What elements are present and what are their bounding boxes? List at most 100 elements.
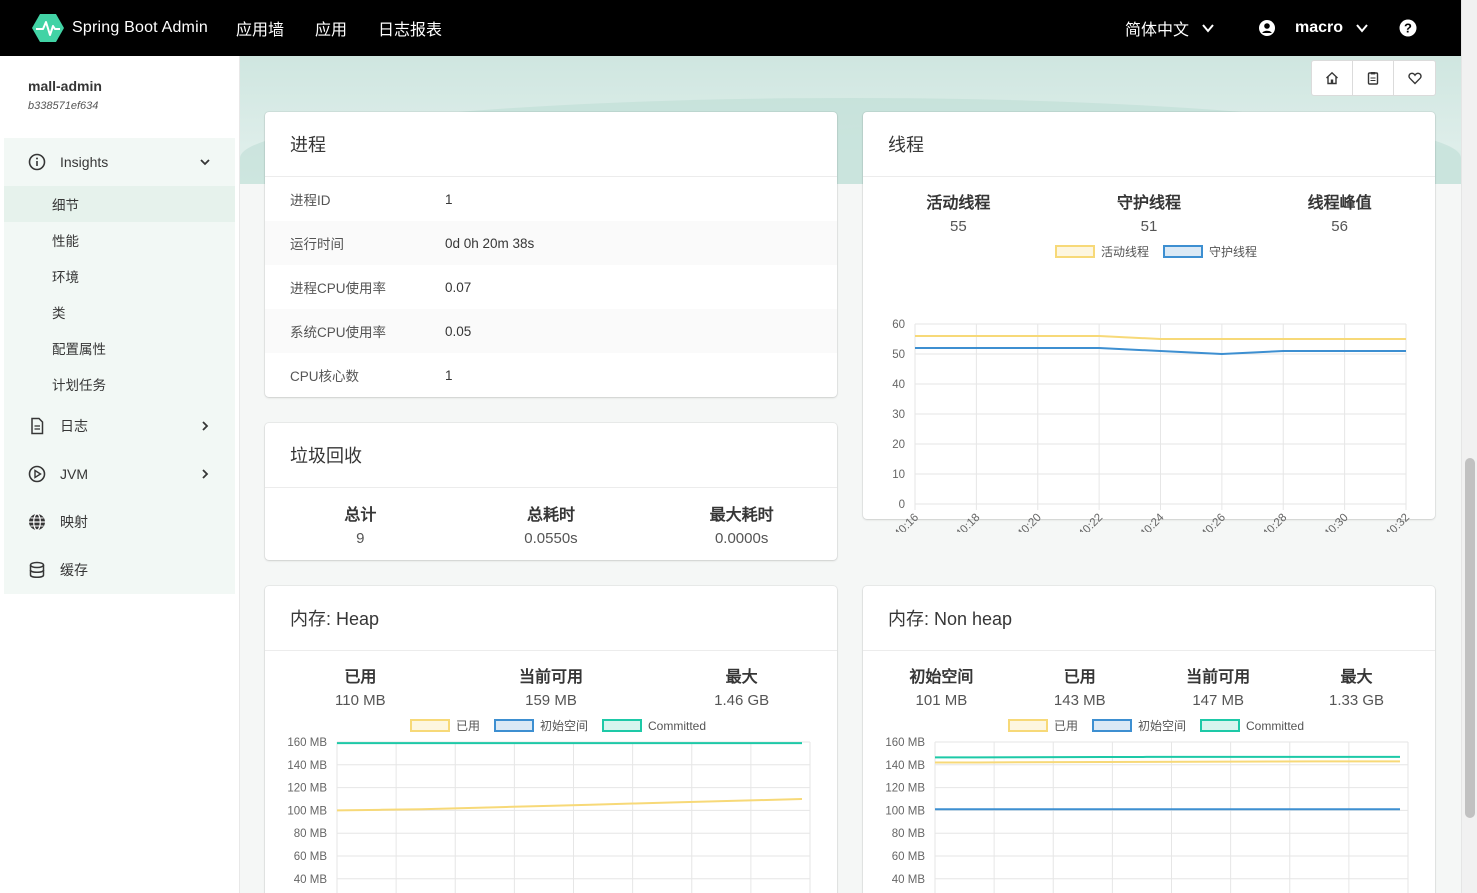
table-row: 运行时间 0d 0h 20m 38s: [265, 221, 837, 265]
sidebar-item-logging[interactable]: 日志: [4, 402, 235, 450]
process-table: 进程ID 1 运行时间 0d 0h 20m 38s 进程CPU使用率 0.07 系统C…: [265, 177, 837, 397]
sidebar: mall-admin b338571ef634 Insights 细节 性能 环…: [0, 56, 240, 893]
card-title: 内存: Non heap: [863, 586, 1435, 651]
heart-icon: [1407, 72, 1422, 85]
sidebar-item-label: Insights: [60, 154, 109, 170]
scrollbar-thumb[interactable]: [1465, 458, 1475, 818]
stat-value: 1.33 GB: [1329, 692, 1385, 709]
sidebar-item-beans[interactable]: 类: [4, 294, 235, 330]
main-nav: 应用墙 应用 日志报表: [236, 16, 473, 40]
x-tick-label: 15:40:28: [1249, 512, 1289, 532]
sidebar-item-metrics[interactable]: 性能: [4, 222, 235, 258]
card-title: 进程: [265, 112, 837, 177]
clipboard-icon: [1367, 72, 1379, 85]
info-circle-icon: [28, 153, 46, 171]
y-tick-label: 120 MB: [885, 783, 925, 795]
nav-log-reports[interactable]: 日志报表: [378, 16, 442, 40]
y-tick-label: 60 MB: [892, 851, 926, 863]
y-tick-label: 60: [892, 319, 905, 331]
card-title: 线程: [863, 112, 1435, 177]
page-scrollbar[interactable]: [1461, 0, 1477, 893]
help-icon[interactable]: ?: [1399, 19, 1417, 37]
sidebar-menu: Insights 细节 性能 环境 类 配置属性 计划任务 日志 JVM 映射 …: [4, 138, 235, 594]
home-button[interactable]: [1312, 61, 1353, 95]
language-label: 简体中文: [1124, 22, 1189, 39]
stat-value: 0.0000s: [714, 530, 769, 547]
sidebar-item-environment[interactable]: 环境: [4, 258, 235, 294]
legend-swatch-committed: [602, 719, 642, 732]
series-line: [935, 760, 1400, 764]
sidebar-item-caches[interactable]: 缓存: [4, 546, 235, 594]
stat-value: 9: [356, 530, 365, 547]
sidebar-item-insights[interactable]: Insights: [4, 138, 235, 186]
language-selector[interactable]: 简体中文: [1125, 16, 1215, 40]
nav-applications[interactable]: 应用: [315, 16, 347, 40]
stat-value: 55: [949, 218, 967, 235]
stat-label: 总耗时: [526, 507, 575, 524]
stat-label: 当前可用: [1186, 669, 1251, 686]
sidebar-item-label: JVM: [60, 466, 88, 482]
stat-label: 初始空间: [909, 669, 974, 686]
top-navbar: Spring Boot Admin 应用墙 应用 日志报表 简体中文 macro…: [0, 0, 1461, 56]
legend-swatch-committed: [1200, 719, 1240, 732]
file-icon: [31, 417, 44, 435]
stat-label: 守护线程: [1116, 195, 1181, 212]
chevron-right-icon: [202, 469, 209, 479]
stat-value: 1.46 GB: [714, 692, 770, 709]
y-tick-label: 120 MB: [287, 783, 327, 795]
chevron-down-icon: [1202, 24, 1214, 33]
process-card: 进程 进程ID 1 运行时间 0d 0h 20m 38s 进程CPU使用率 0.07 …: [265, 112, 837, 397]
nav-wallboard[interactable]: 应用墙: [236, 16, 284, 40]
insights-submenu: 细节 性能 环境 类 配置属性 计划任务: [4, 186, 235, 402]
y-tick-label: 60 MB: [294, 851, 328, 863]
sidebar-item-label: 映射: [60, 514, 88, 530]
table-row: 进程CPU使用率 0.07: [290, 279, 472, 297]
sidebar-item-config-props[interactable]: 配置属性: [4, 330, 235, 366]
sidebar-item-details[interactable]: 细节: [4, 186, 235, 222]
x-tick-label: 15:40:26: [1188, 512, 1228, 532]
heap-card: 内存: Heap 已用 110 MB 当前可用 159 MB 最大 1.46 GB 已…: [265, 586, 837, 893]
stat-label: 活动线程: [926, 195, 991, 212]
stat-label: 当前可用: [518, 669, 583, 686]
threads-chart: 0 10 20 30 40 50 60 15:40:16 15:40:18 15:40:20 15:…: [881, 319, 1412, 532]
globe-icon: [29, 513, 45, 531]
x-tick-label: 15:40:24: [1126, 511, 1167, 532]
y-tick-label: 160 MB: [885, 737, 925, 749]
y-tick-label: 140 MB: [885, 760, 925, 772]
card-title: 内存: Heap: [265, 586, 837, 651]
sidebar-item-label: 缓存: [60, 562, 88, 578]
y-tick-label: 80 MB: [892, 828, 926, 840]
table-row: CPU核心数 1: [290, 367, 453, 385]
app-name: mall-admin: [28, 78, 102, 94]
user-menu[interactable]: macro: [1258, 19, 1369, 37]
sidebar-item-mappings[interactable]: 映射: [4, 498, 235, 546]
home-icon: [1326, 71, 1338, 85]
user-circle-icon: [1258, 20, 1275, 36]
logo-icon: [32, 14, 64, 42]
brand-link[interactable]: Spring Boot Admin: [32, 13, 208, 43]
stat-value: 56: [1331, 218, 1348, 235]
sidebar-item-scheduled-tasks[interactable]: 计划任务: [4, 366, 235, 402]
nonheap-stats: 初始空间 101 MB 已用 143 MB 当前可用 147 MB 最大 1.33 GB: [863, 651, 1435, 709]
y-tick-label: 0: [899, 499, 905, 511]
nonheap-chart: 160 MB 140 MB 120 MB 100 MB 80 MB 60 MB 40 MB: [885, 737, 1409, 893]
gc-stats: 总计 9 总耗时 0.0550s 最大耗时 0.0000s: [265, 488, 837, 547]
y-tick-label: 50: [892, 349, 905, 361]
clipboard-button[interactable]: [1353, 61, 1394, 95]
sidebar-item-jvm[interactable]: JVM: [4, 450, 235, 498]
y-tick-label: 80 MB: [294, 828, 328, 840]
stat-value: 159 MB: [525, 692, 577, 709]
chart-legend: 活动线程 守护线程: [863, 243, 1435, 260]
stat-value: 110 MB: [335, 692, 386, 709]
legend-swatch-used: [1007, 719, 1048, 732]
svg-text:?: ?: [1404, 21, 1412, 36]
user-name: macro: [1294, 19, 1343, 36]
stat-label: 已用: [344, 669, 377, 686]
main-content: 进程 进程ID 1 运行时间 0d 0h 20m 38s 进程CPU使用率 0.07 …: [240, 56, 1461, 893]
legend-swatch-daemon: [1163, 245, 1203, 258]
stat-value: 51: [1140, 218, 1158, 235]
health-button[interactable]: [1394, 61, 1435, 95]
stat-label: 总计: [344, 507, 377, 524]
gc-card: 垃圾回收 总计 9 总耗时 0.0550s 最大耗时 0.0000s: [265, 423, 837, 560]
stat-value: 101 MB: [915, 692, 968, 709]
